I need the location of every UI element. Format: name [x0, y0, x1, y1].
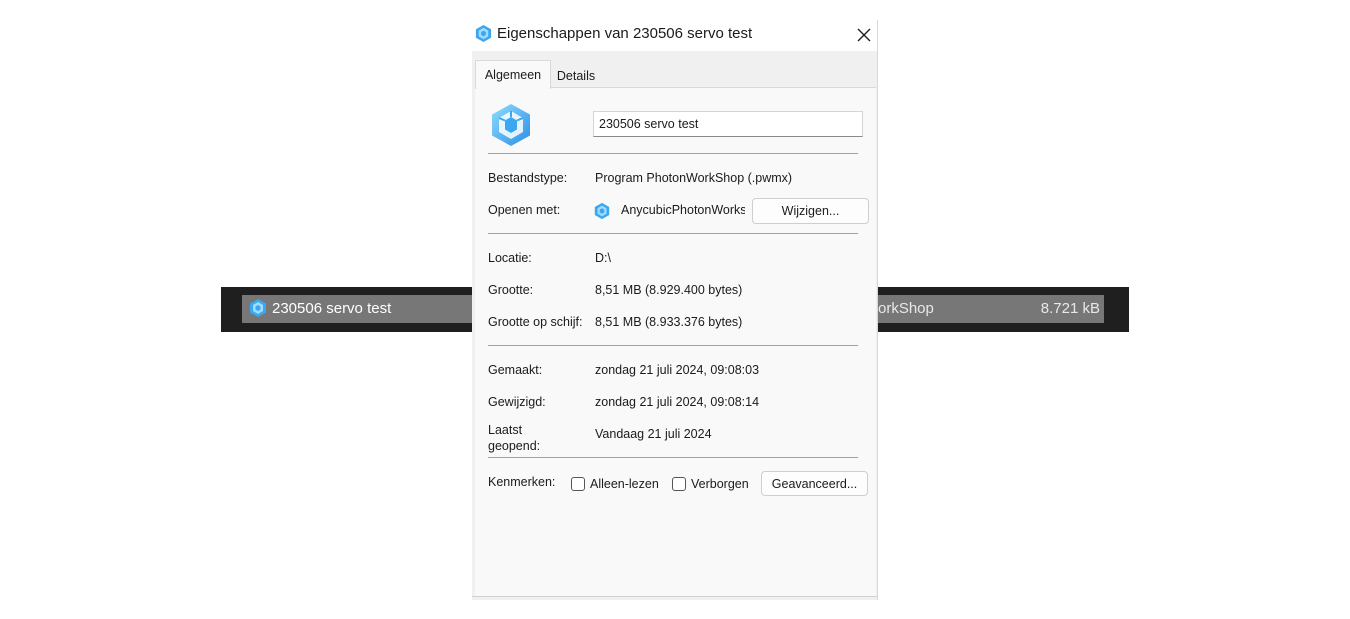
size-on-disk-value: 8,51 MB (8.933.376 bytes): [595, 315, 743, 329]
properties-dialog: Eigenschappen van 230506 servo test Alge…: [472, 20, 878, 600]
hidden-label: Verborgen: [691, 477, 749, 491]
separator: [488, 153, 858, 154]
accessed-value: Vandaag 21 juli 2024: [595, 427, 712, 441]
explorer-file-size: 8.721 kB: [1040, 300, 1100, 317]
close-icon: [857, 28, 871, 42]
modified-value: zondag 21 juli 2024, 09:08:14: [595, 395, 760, 409]
anycubic-app-icon: [594, 202, 610, 220]
general-panel: Bestandstype: Program PhotonWorkShop (.p…: [475, 87, 876, 597]
file-type-label: Bestandstype:: [488, 171, 568, 185]
hidden-checkbox[interactable]: [672, 477, 686, 491]
location-value: D:\: [595, 251, 611, 265]
accessed-label-line2: geopend:: [488, 439, 541, 453]
anycubic-large-file-icon: [492, 104, 530, 146]
readonly-label: Alleen-lezen: [590, 477, 659, 491]
file-type-value: Program PhotonWorkShop (.pwmx): [595, 171, 793, 185]
modified-label: Gewijzigd:: [488, 395, 546, 409]
dialog-bottom-edge: [472, 596, 877, 597]
size-value: 8,51 MB (8.929.400 bytes): [595, 283, 743, 297]
created-value: zondag 21 juli 2024, 09:08:03: [595, 363, 760, 377]
anycubic-app-icon: [475, 24, 492, 43]
size-label: Grootte:: [488, 283, 534, 297]
separator: [488, 233, 858, 234]
advanced-button[interactable]: Geavanceerd...: [761, 471, 868, 496]
file-name-input[interactable]: [593, 111, 863, 137]
size-on-disk-label: Grootte op schijf:: [488, 315, 583, 329]
change-button[interactable]: Wijzigen...: [752, 198, 869, 224]
created-label: Gemaakt:: [488, 363, 543, 377]
open-with-label: Openen met:: [488, 203, 561, 217]
close-button[interactable]: [852, 23, 876, 47]
location-label: Locatie:: [488, 251, 532, 265]
open-with-app: AnycubicPhotonWorkshop: [621, 203, 745, 217]
separator: [488, 345, 858, 346]
explorer-file-type: orkShop: [878, 300, 934, 317]
anycubic-file-icon: [250, 299, 266, 317]
accessed-label-line1: Laatst: [488, 423, 523, 437]
explorer-file-name: 230506 servo test: [272, 300, 392, 317]
attributes-label: Kenmerken:: [488, 475, 556, 489]
separator: [488, 457, 858, 458]
dialog-titlebar[interactable]: Eigenschappen van 230506 servo test: [472, 20, 877, 51]
readonly-checkbox[interactable]: [571, 477, 585, 491]
dialog-title: Eigenschappen van 230506 servo test: [497, 25, 753, 42]
tab-details[interactable]: Details: [552, 65, 600, 87]
tab-general[interactable]: Algemeen: [475, 60, 551, 89]
